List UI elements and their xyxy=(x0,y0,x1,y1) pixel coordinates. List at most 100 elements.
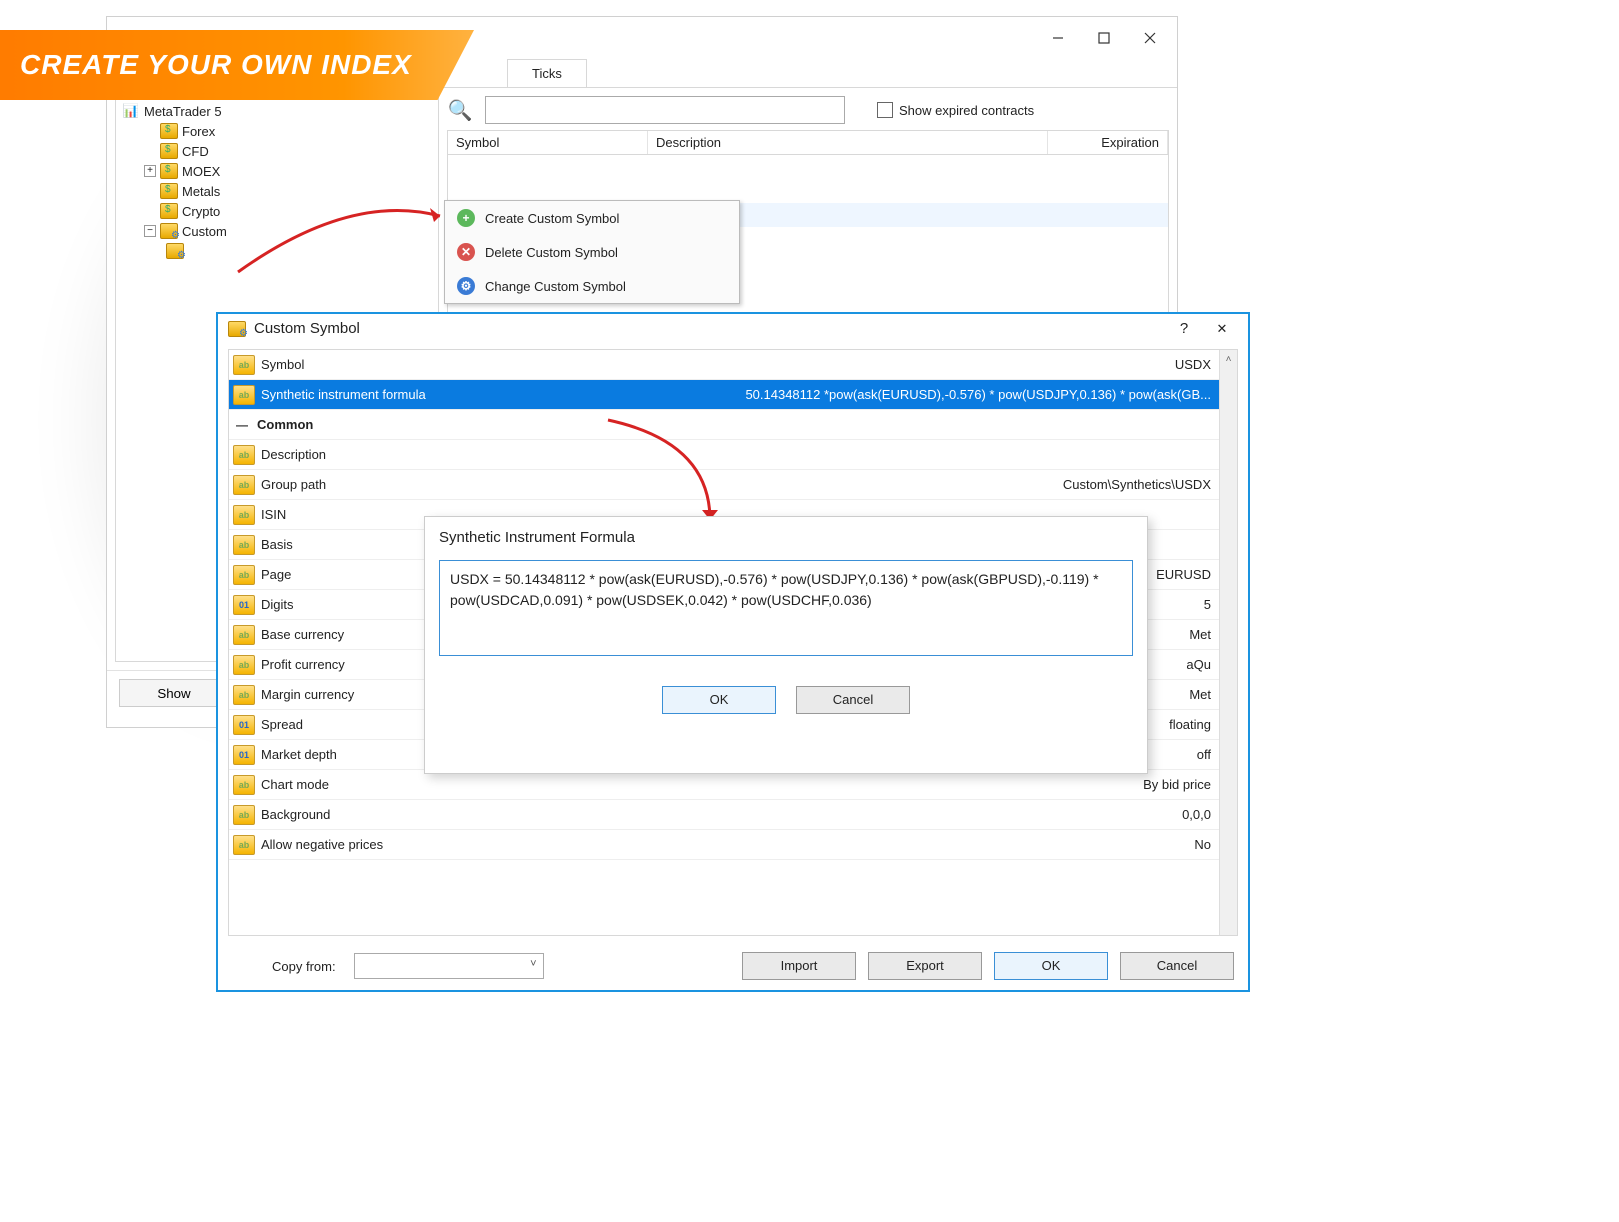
menu-change-symbol[interactable]: ⚙ Change Custom Symbol xyxy=(445,269,739,303)
property-label: Background xyxy=(259,807,629,822)
folder-icon xyxy=(160,143,178,159)
number-field-icon: 01 xyxy=(233,715,255,735)
property-value: 0,0,0 xyxy=(629,807,1237,822)
close-button[interactable] xyxy=(1127,22,1173,54)
property-value: By bid price xyxy=(629,777,1237,792)
symbol-table-header: Symbol Description Expiration xyxy=(447,130,1169,155)
text-field-icon: ab xyxy=(233,835,255,855)
maximize-button[interactable] xyxy=(1081,22,1127,54)
close-button[interactable]: ✕ xyxy=(1206,321,1238,337)
formula-dialog-title: Synthetic Instrument Formula xyxy=(439,529,1133,546)
promo-banner: CREATE YOUR OWN INDEX xyxy=(0,30,500,100)
menu-label: Delete Custom Symbol xyxy=(485,245,618,260)
tab-ticks[interactable]: Ticks xyxy=(507,59,587,87)
tree-label: Custom xyxy=(182,224,227,239)
checkbox-label: Show expired contracts xyxy=(899,103,1034,118)
property-label: Chart mode xyxy=(259,777,629,792)
ok-button[interactable]: OK xyxy=(994,952,1108,980)
folder-icon xyxy=(160,183,178,199)
property-label: Symbol xyxy=(259,357,629,372)
export-button[interactable]: Export xyxy=(868,952,982,980)
col-description[interactable]: Description xyxy=(648,131,1048,154)
col-expiration[interactable]: Expiration xyxy=(1048,131,1168,154)
text-field-icon: ab xyxy=(233,535,255,555)
text-field-icon: ab xyxy=(233,775,255,795)
col-symbol[interactable]: Symbol xyxy=(448,131,648,154)
expand-icon[interactable]: + xyxy=(144,165,156,177)
symbol-search-input[interactable] xyxy=(485,96,845,124)
property-row[interactable]: ab Synthetic instrument formula50.1434811… xyxy=(229,380,1237,410)
property-value: No xyxy=(629,837,1237,852)
tree-label: Metals xyxy=(182,184,220,199)
show-button[interactable]: Show xyxy=(119,679,229,707)
menu-label: Change Custom Symbol xyxy=(485,279,626,294)
text-field-icon: ab xyxy=(233,475,255,495)
tree-label: MOEX xyxy=(182,164,220,179)
collapse-icon: — xyxy=(233,415,251,435)
menu-delete-symbol[interactable]: ✕ Delete Custom Symbol xyxy=(445,235,739,269)
banner-text: CREATE YOUR OWN INDEX xyxy=(20,49,412,81)
property-value: Custom\Synthetics\USDX xyxy=(629,477,1237,492)
text-field-icon: ab xyxy=(233,445,255,465)
text-field-icon: ab xyxy=(233,565,255,585)
property-row[interactable]: abDescription xyxy=(229,440,1237,470)
property-label: Common xyxy=(255,417,625,432)
custom-folder-icon xyxy=(228,321,246,337)
number-field-icon: 01 xyxy=(233,595,255,615)
text-field-icon: ab xyxy=(233,385,255,405)
checkbox-icon[interactable] xyxy=(877,102,893,118)
property-label: Synthetic instrument formula xyxy=(259,387,629,402)
tree-item-moex[interactable]: + MOEX xyxy=(122,161,432,181)
mt5-icon: 📊 xyxy=(122,103,140,119)
cancel-button[interactable]: Cancel xyxy=(796,686,910,714)
dialog-title: Custom Symbol xyxy=(254,320,1162,337)
tree-label: CFD xyxy=(182,144,209,159)
copy-from-select[interactable] xyxy=(354,953,544,979)
cancel-button[interactable]: Cancel xyxy=(1120,952,1234,980)
tree-root[interactable]: 📊 MetaTrader 5 xyxy=(122,101,432,121)
dialog-titlebar: Custom Symbol ? ✕ xyxy=(218,314,1248,343)
tree-item-custom[interactable]: − Custom xyxy=(122,221,432,241)
property-label: Group path xyxy=(259,477,629,492)
tree-label: MetaTrader 5 xyxy=(144,104,222,119)
ok-button[interactable]: OK xyxy=(662,686,776,714)
folder-icon xyxy=(160,123,178,139)
tree-item-crypto[interactable]: Crypto xyxy=(122,201,432,221)
tree-label: Crypto xyxy=(182,204,220,219)
tree-item-cfd[interactable]: CFD xyxy=(122,141,432,161)
tree-label: Forex xyxy=(182,124,215,139)
delete-icon: ✕ xyxy=(457,243,475,261)
menu-create-symbol[interactable]: + Create Custom Symbol xyxy=(445,201,739,235)
property-row[interactable]: ab Allow negative pricesNo xyxy=(229,830,1237,860)
formula-input[interactable]: USDX = 50.14348112 * pow(ask(EURUSD),-0.… xyxy=(439,560,1133,656)
text-field-icon: ab xyxy=(233,805,255,825)
text-field-icon: ab xyxy=(233,505,255,525)
text-field-icon: ab xyxy=(233,355,255,375)
collapse-icon[interactable]: − xyxy=(144,225,156,237)
property-row[interactable]: ab Chart modeBy bid price xyxy=(229,770,1237,800)
folder-icon xyxy=(160,163,178,179)
property-row[interactable]: ab SymbolUSDX xyxy=(229,350,1237,380)
tree-item-metals[interactable]: Metals xyxy=(122,181,432,201)
property-label: Allow negative prices xyxy=(259,837,629,852)
property-row[interactable]: ab Group pathCustom\Synthetics\USDX xyxy=(229,470,1237,500)
property-row[interactable]: ab Background0,0,0 xyxy=(229,800,1237,830)
help-button[interactable]: ? xyxy=(1170,320,1198,337)
property-row[interactable]: — Common xyxy=(229,410,1237,440)
custom-folder-icon xyxy=(160,223,178,239)
number-field-icon: 01 xyxy=(233,745,255,765)
plus-icon: + xyxy=(457,209,475,227)
folder-icon xyxy=(160,203,178,219)
show-expired-checkbox[interactable]: Show expired contracts xyxy=(877,102,1034,118)
scrollbar[interactable]: ˄ xyxy=(1219,350,1237,935)
tree-item-custom-child[interactable] xyxy=(122,241,432,261)
tree-item-forex[interactable]: Forex xyxy=(122,121,432,141)
dialog-footer: Copy from: Import Export OK Cancel xyxy=(218,942,1248,990)
minimize-button[interactable] xyxy=(1035,22,1081,54)
gear-icon: ⚙ xyxy=(457,277,475,295)
property-value: 50.14348112 *pow(ask(EURUSD),-0.576) * p… xyxy=(629,387,1237,402)
import-button[interactable]: Import xyxy=(742,952,856,980)
property-value: USDX xyxy=(629,357,1237,372)
copy-from-label: Copy from: xyxy=(272,959,336,974)
scroll-up-icon[interactable]: ˄ xyxy=(1220,350,1237,368)
